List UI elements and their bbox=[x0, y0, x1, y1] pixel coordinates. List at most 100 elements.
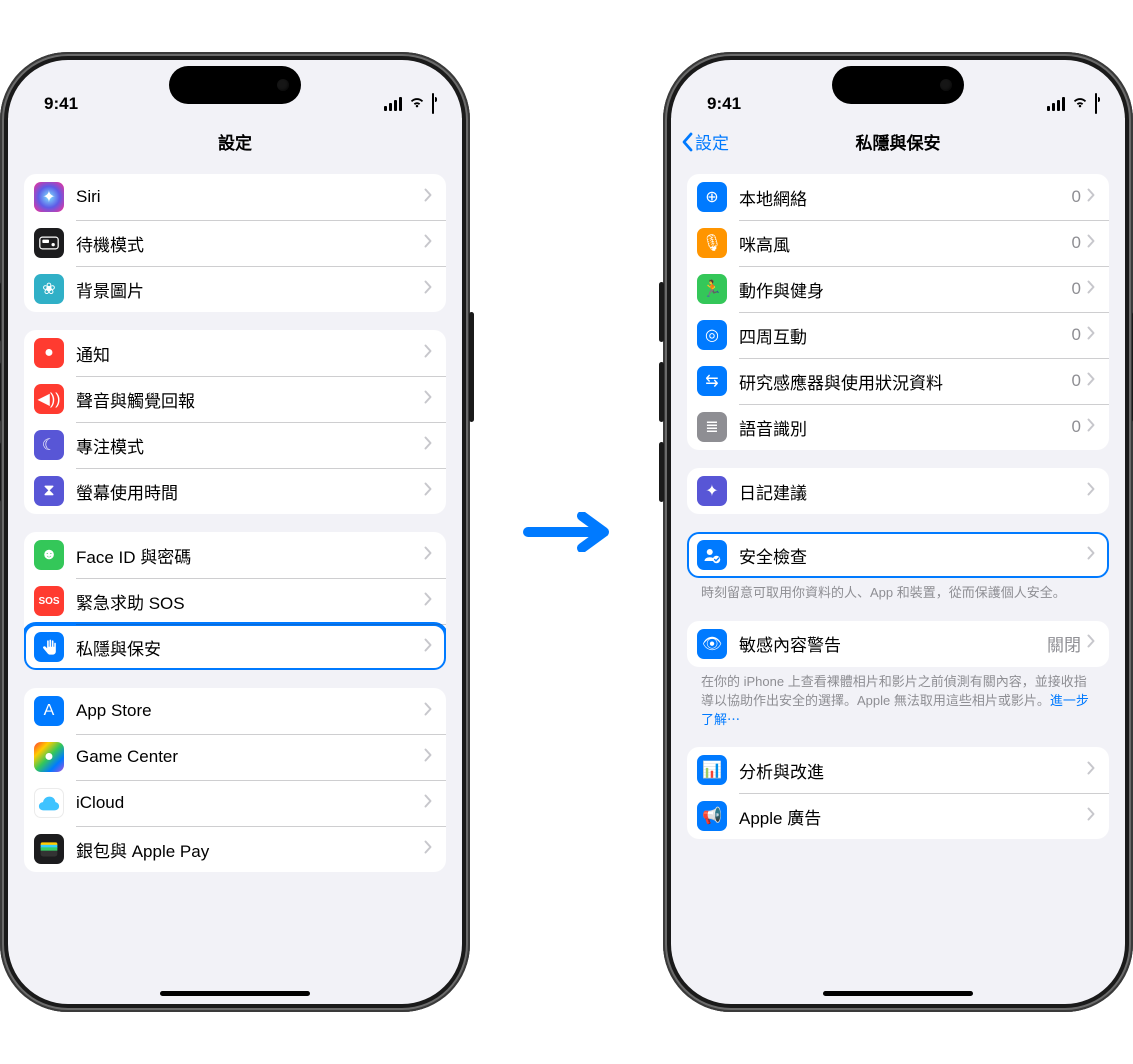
chevron-right-icon bbox=[1087, 761, 1095, 780]
battery-icon bbox=[1095, 94, 1097, 114]
sos-row[interactable]: SOS緊急求助 SOS bbox=[24, 578, 446, 624]
privacy-row[interactable]: 私隱與保安 bbox=[24, 624, 446, 670]
faceid-icon: ☻ bbox=[34, 540, 64, 570]
row-label: 日記建議 bbox=[739, 479, 1087, 504]
speech-row[interactable]: ≣語音識別0 bbox=[687, 404, 1109, 450]
wallet-icon bbox=[34, 834, 64, 864]
row-label: Game Center bbox=[76, 747, 424, 767]
wifi-icon bbox=[1071, 94, 1089, 114]
wallet-row[interactable]: 銀包與 Apple Pay bbox=[24, 826, 446, 872]
gamecenter-row[interactable]: ● Game Center bbox=[24, 734, 446, 780]
sensitive-content-icon: 👁 bbox=[697, 629, 727, 659]
localnet-row[interactable]: ⊕ 本地網絡0 bbox=[687, 174, 1109, 220]
motion-icon: 🏃 bbox=[697, 274, 727, 304]
learn-more-link[interactable]: 進一步了解⋯ bbox=[701, 693, 1089, 727]
home-indicator[interactable] bbox=[160, 991, 310, 996]
row-label: 背景圖片 bbox=[76, 277, 424, 302]
research-icon: ⇆ bbox=[697, 366, 727, 396]
row-label: 本地網絡 bbox=[739, 185, 1072, 210]
nearby-row[interactable]: ◎四周互動0 bbox=[687, 312, 1109, 358]
siri-row[interactable]: ✦Siri bbox=[24, 174, 446, 220]
standby-row[interactable]: 待機模式 bbox=[24, 220, 446, 266]
privacy-icon bbox=[34, 632, 64, 662]
research-row[interactable]: ⇆研究感應器與使用狀況資料0 bbox=[687, 358, 1109, 404]
row-label: 銀包與 Apple Pay bbox=[76, 837, 424, 862]
group-footer: 在你的 iPhone 上查看裸體相片和影片之前偵測有關內容，並接收指導以協助作出… bbox=[687, 667, 1109, 730]
notifications-row[interactable]: ●通知 bbox=[24, 330, 446, 376]
gamecenter-icon: ● bbox=[34, 742, 64, 772]
journal-row[interactable]: ✦ 日記建議 bbox=[687, 468, 1109, 514]
standby-icon bbox=[34, 228, 64, 258]
row-label: 動作與健身 bbox=[739, 277, 1072, 302]
appstore-row[interactable]: AApp Store bbox=[24, 688, 446, 734]
speech-icon: ≣ bbox=[697, 412, 727, 442]
focus-row[interactable]: ☾專注模式 bbox=[24, 422, 446, 468]
icloud-row[interactable]: iCloud bbox=[24, 780, 446, 826]
chevron-right-icon bbox=[424, 482, 432, 501]
wallpaper-row[interactable]: ❀ 背景圖片 bbox=[24, 266, 446, 312]
safety-check-row[interactable]: 安全檢查 bbox=[687, 532, 1109, 578]
chevron-right-icon bbox=[1087, 634, 1095, 653]
row-label: Siri bbox=[76, 187, 424, 207]
chevron-right-icon bbox=[1087, 372, 1095, 391]
mic-row[interactable]: 🎙 咪高風0 bbox=[687, 220, 1109, 266]
chevron-right-icon bbox=[1087, 280, 1095, 299]
privacy-list[interactable]: ⊕本地網絡0🎙咪高風0🏃動作與健身0◎四周互動0⇆研究感應器與使用狀況資料0≣語… bbox=[671, 166, 1125, 1004]
row-label: 語音識別 bbox=[739, 415, 1072, 440]
row-value: 關閉 bbox=[1047, 631, 1081, 656]
analytics-icon: 📊 bbox=[697, 755, 727, 785]
chevron-right-icon bbox=[424, 702, 432, 721]
row-label: iCloud bbox=[76, 793, 424, 813]
cellular-icon bbox=[1045, 97, 1065, 111]
row-value: 0 bbox=[1072, 325, 1081, 345]
row-label: Apple 廣告 bbox=[739, 804, 1087, 829]
row-value: 0 bbox=[1072, 233, 1081, 253]
wallpaper-icon: ❀ bbox=[34, 274, 64, 304]
chevron-right-icon bbox=[1087, 546, 1095, 565]
chevron-right-icon bbox=[424, 234, 432, 253]
sensitive-content-row[interactable]: 👁敏感內容警告關閉 bbox=[687, 621, 1109, 667]
status-time: 9:41 bbox=[707, 94, 741, 114]
chevron-right-icon bbox=[1087, 326, 1095, 345]
journal-icon: ✦ bbox=[697, 476, 727, 506]
group-footer: 時刻留意可取用你資料的人、App 和裝置，從而保護個人安全。 bbox=[687, 578, 1109, 603]
back-label: 設定 bbox=[695, 129, 729, 154]
cellular-icon bbox=[382, 97, 402, 111]
chevron-right-icon bbox=[424, 638, 432, 657]
row-label: 四周互動 bbox=[739, 323, 1072, 348]
page-title: 私隱與保安 bbox=[856, 129, 941, 154]
ads-row[interactable]: 📢Apple 廣告 bbox=[687, 793, 1109, 839]
row-label: 螢幕使用時間 bbox=[76, 479, 424, 504]
chevron-right-icon bbox=[1087, 418, 1095, 437]
back-button[interactable]: 設定 bbox=[681, 129, 729, 154]
row-value: 0 bbox=[1072, 279, 1081, 299]
page-title: 設定 bbox=[218, 129, 252, 154]
row-label: Face ID 與密碼 bbox=[76, 543, 424, 568]
sos-icon: SOS bbox=[34, 586, 64, 616]
nav-bar: 設定 私隱與保安 bbox=[671, 118, 1125, 166]
row-label: 咪高風 bbox=[739, 231, 1072, 256]
home-indicator[interactable] bbox=[823, 991, 973, 996]
screentime-icon: ⧗ bbox=[34, 476, 64, 506]
sounds-row[interactable]: ◀︎))聲音與觸覺回報 bbox=[24, 376, 446, 422]
row-value: 0 bbox=[1072, 187, 1081, 207]
row-value: 0 bbox=[1072, 371, 1081, 391]
row-label: 分析與改進 bbox=[739, 758, 1087, 783]
chevron-right-icon bbox=[1087, 482, 1095, 501]
analytics-row[interactable]: 📊 分析與改進 bbox=[687, 747, 1109, 793]
row-label: 通知 bbox=[76, 341, 424, 366]
settings-list[interactable]: ✦Siri待機模式❀背景圖片●通知◀︎))聲音與觸覺回報☾專注模式⧗螢幕使用時間… bbox=[8, 166, 462, 1004]
motion-row[interactable]: 🏃 動作與健身0 bbox=[687, 266, 1109, 312]
chevron-right-icon bbox=[424, 188, 432, 207]
faceid-row[interactable]: ☻ Face ID 與密碼 bbox=[24, 532, 446, 578]
iphone-frame-left: 9:41 設定 ✦Siri待機模式❀背景圖片●通知◀︎))聲音與觸覺回報☾專注模… bbox=[0, 52, 470, 1012]
dynamic-island bbox=[169, 66, 301, 104]
screentime-row[interactable]: ⧗ 螢幕使用時間 bbox=[24, 468, 446, 514]
localnet-icon: ⊕ bbox=[697, 182, 727, 212]
chevron-right-icon bbox=[1087, 188, 1095, 207]
mic-icon: 🎙 bbox=[697, 228, 727, 258]
battery-icon bbox=[432, 94, 434, 114]
sounds-icon: ◀︎)) bbox=[34, 384, 64, 414]
status-time: 9:41 bbox=[44, 94, 78, 114]
flow-arrow bbox=[522, 512, 612, 552]
